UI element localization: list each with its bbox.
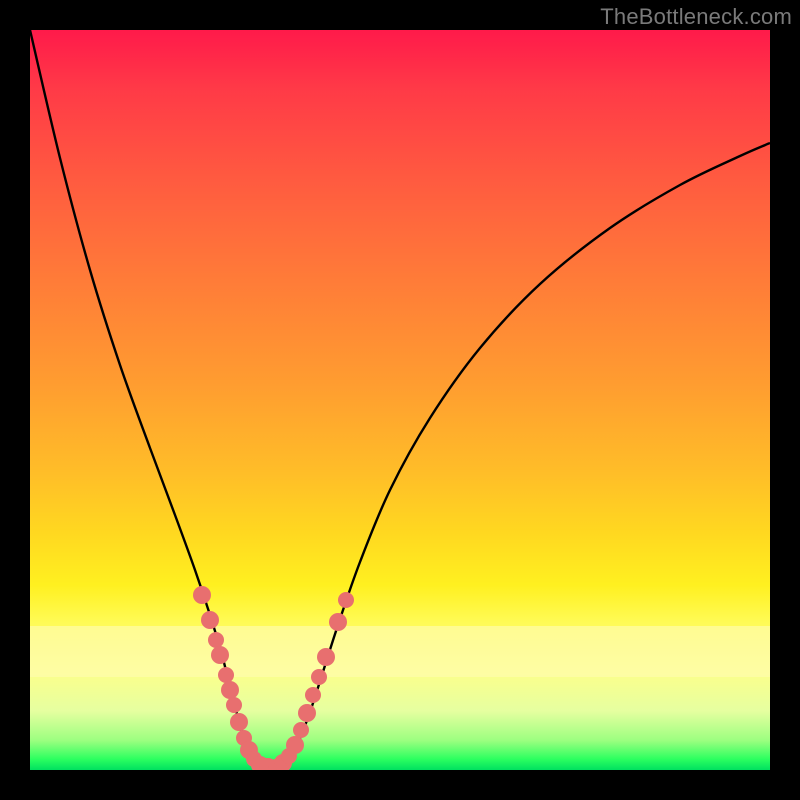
- watermark-text: TheBottleneck.com: [600, 4, 792, 30]
- curve-marker: [305, 687, 321, 703]
- curve-marker: [230, 713, 248, 731]
- curve-marker: [274, 754, 292, 770]
- curve-marker: [298, 704, 316, 722]
- highlight-band: [30, 626, 770, 678]
- curve-marker: [259, 758, 277, 770]
- curve-marker: [268, 759, 284, 770]
- curve-marker: [338, 592, 354, 608]
- curve-marker: [226, 697, 242, 713]
- curve-marker: [240, 741, 258, 759]
- curve-marker: [193, 586, 211, 604]
- curve-marker: [251, 756, 269, 770]
- curve-marker: [236, 730, 252, 746]
- curve-marker: [246, 751, 262, 767]
- curve-marker: [281, 748, 297, 764]
- curve-marker: [286, 736, 304, 754]
- curve-markers: [193, 586, 354, 770]
- curve-marker: [221, 681, 239, 699]
- curve-marker: [293, 722, 309, 738]
- chart-frame: TheBottleneck.com: [0, 0, 800, 800]
- plot-area: [30, 30, 770, 770]
